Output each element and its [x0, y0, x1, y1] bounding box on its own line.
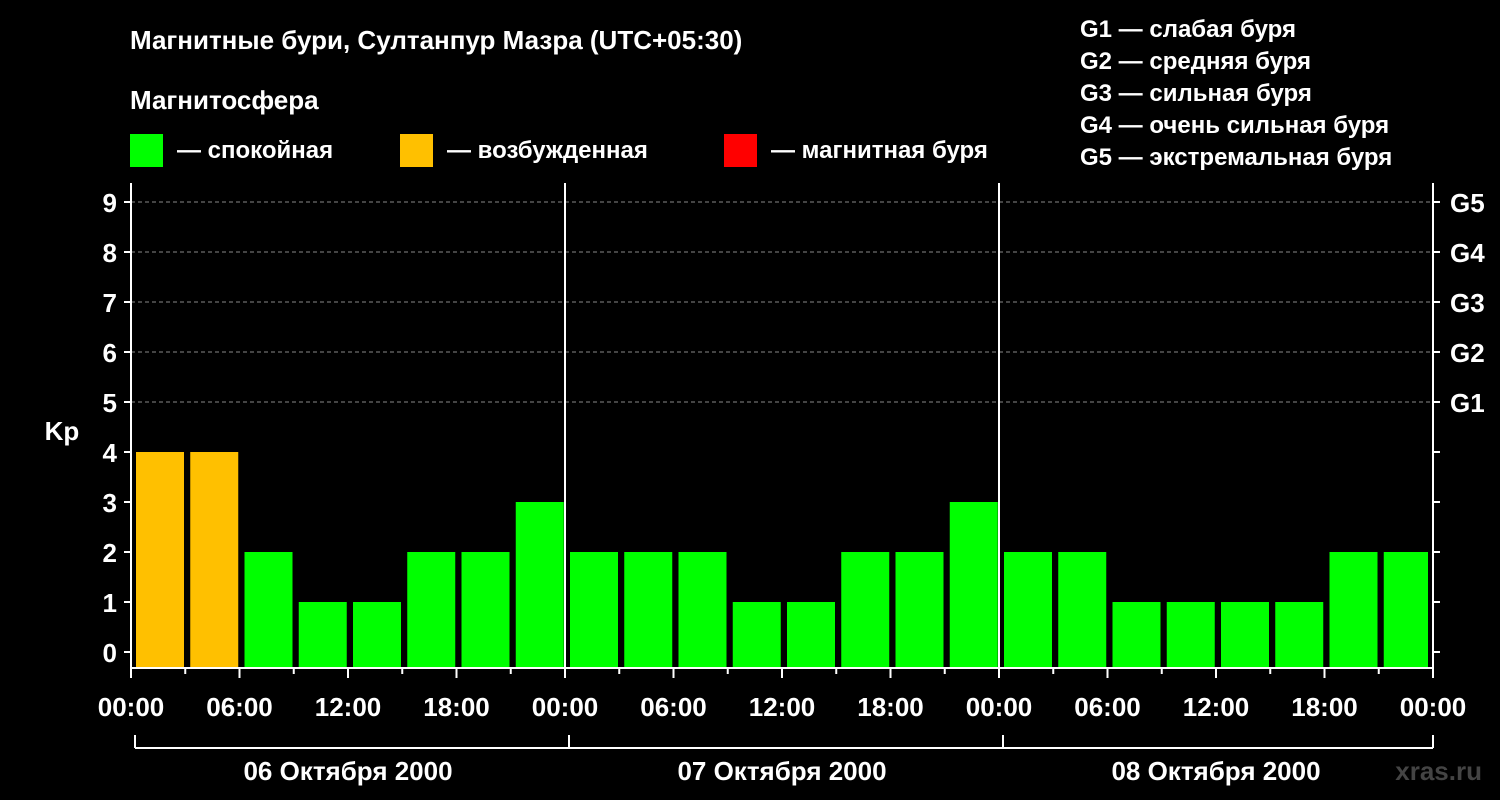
legend: — спокойная — возбужденная — магнитная бур… [130, 134, 988, 167]
x-tick-label: 06:00 [206, 692, 273, 722]
day-label: 06 Октября 2000 [243, 756, 452, 786]
kp-bar [1004, 552, 1052, 668]
legend-swatch [400, 134, 433, 167]
y-tick-label: 5 [103, 388, 117, 418]
y-tick-label: 3 [103, 488, 117, 518]
right-tick-labels: G1 G2 G3 G4 G5 [1450, 188, 1485, 418]
legend-label: — магнитная буря [771, 137, 988, 164]
g-tick-label: G5 [1450, 188, 1485, 218]
kp-bar [461, 552, 510, 668]
kp-bar [895, 552, 944, 668]
kp-bar [570, 552, 618, 668]
x-tick-label: 06:00 [1074, 692, 1141, 722]
kp-bar [1112, 602, 1161, 668]
g-scale-legend: G1 — слабая буря G2 — средняя буря G3 — си… [1080, 16, 1392, 171]
legend-swatch [130, 134, 163, 167]
kp-bar [732, 602, 781, 668]
kp-bar [407, 552, 456, 668]
x-tick-label: 00:00 [966, 692, 1033, 722]
g-tick-label: G4 [1450, 238, 1485, 268]
x-tick-labels: 00:00 06:00 12:00 18:00 00:00 06:00 12:00 18:00… [98, 692, 1467, 722]
kp-bar [841, 552, 890, 668]
kp-chart: Магнитные бури, Султанпур Мазра (UTC+05:… [45, 16, 1486, 786]
y-tick-label: 2 [103, 538, 117, 568]
x-tick-label: 12:00 [1183, 692, 1250, 722]
day-labels: 06 Октября 2000 07 Октября 2000 08 Октября… [243, 756, 1320, 786]
chart-title: Магнитные бури, Султанпур Мазра (UTC+05:… [130, 25, 742, 55]
y-tick-label: 7 [103, 288, 117, 318]
kp-bar [298, 602, 347, 668]
g-legend-item: G3 — сильная буря [1080, 80, 1312, 107]
x-tick-label: 18:00 [1291, 692, 1358, 722]
kp-bar [353, 602, 401, 668]
x-tick-label: 00:00 [532, 692, 599, 722]
y-tick-label: 9 [103, 188, 117, 218]
chart-subtitle: Магнитосфера [130, 85, 319, 115]
g-tick-label: G3 [1450, 288, 1485, 318]
day-label: 08 Октября 2000 [1111, 756, 1320, 786]
kp-bar [1221, 602, 1269, 668]
kp-bar [190, 452, 239, 668]
kp-bar [515, 502, 564, 668]
x-tick-label: 06:00 [640, 692, 707, 722]
y-tick-label: 0 [103, 638, 117, 668]
kp-bar [949, 502, 998, 668]
watermark: xras.ru [1395, 756, 1482, 786]
kp-bar [1383, 552, 1428, 668]
g-legend-item: G5 — экстремальная буря [1080, 144, 1392, 171]
x-tick-label: 18:00 [857, 692, 924, 722]
kp-bar [244, 552, 293, 668]
legend-label: — возбужденная [447, 137, 648, 164]
y-tick-labels: 0 1 2 3 4 5 6 7 8 9 [103, 188, 118, 668]
kp-bar [787, 602, 835, 668]
day-label: 07 Октября 2000 [677, 756, 886, 786]
legend-label: — спокойная [177, 137, 333, 164]
kp-bar [624, 552, 673, 668]
g-legend-item: G1 — слабая буря [1080, 16, 1296, 43]
x-tick-label: 00:00 [1400, 692, 1467, 722]
y-tick-label: 6 [103, 338, 117, 368]
grid [131, 201, 1433, 403]
x-tick-label: 12:00 [749, 692, 816, 722]
g-tick-label: G1 [1450, 388, 1485, 418]
kp-bar [1275, 602, 1324, 668]
g-legend-item: G4 — очень сильная буря [1080, 112, 1389, 139]
g-legend-item: G2 — средняя буря [1080, 48, 1311, 75]
y-tick-label: 1 [103, 588, 117, 618]
g-tick-label: G2 [1450, 338, 1485, 368]
kp-bar [1329, 552, 1378, 668]
legend-swatch [724, 134, 757, 167]
bars [136, 452, 1428, 668]
kp-bar [1166, 602, 1215, 668]
x-tick-label: 12:00 [315, 692, 382, 722]
x-tick-label: 00:00 [98, 692, 165, 722]
y-tick-label: 4 [103, 438, 118, 468]
kp-bar [1058, 552, 1107, 668]
y-axis-label: Kp [45, 416, 80, 446]
y-tick-label: 8 [103, 238, 117, 268]
kp-bar [136, 452, 184, 668]
x-tick-label: 18:00 [423, 692, 490, 722]
kp-bar [678, 552, 727, 668]
